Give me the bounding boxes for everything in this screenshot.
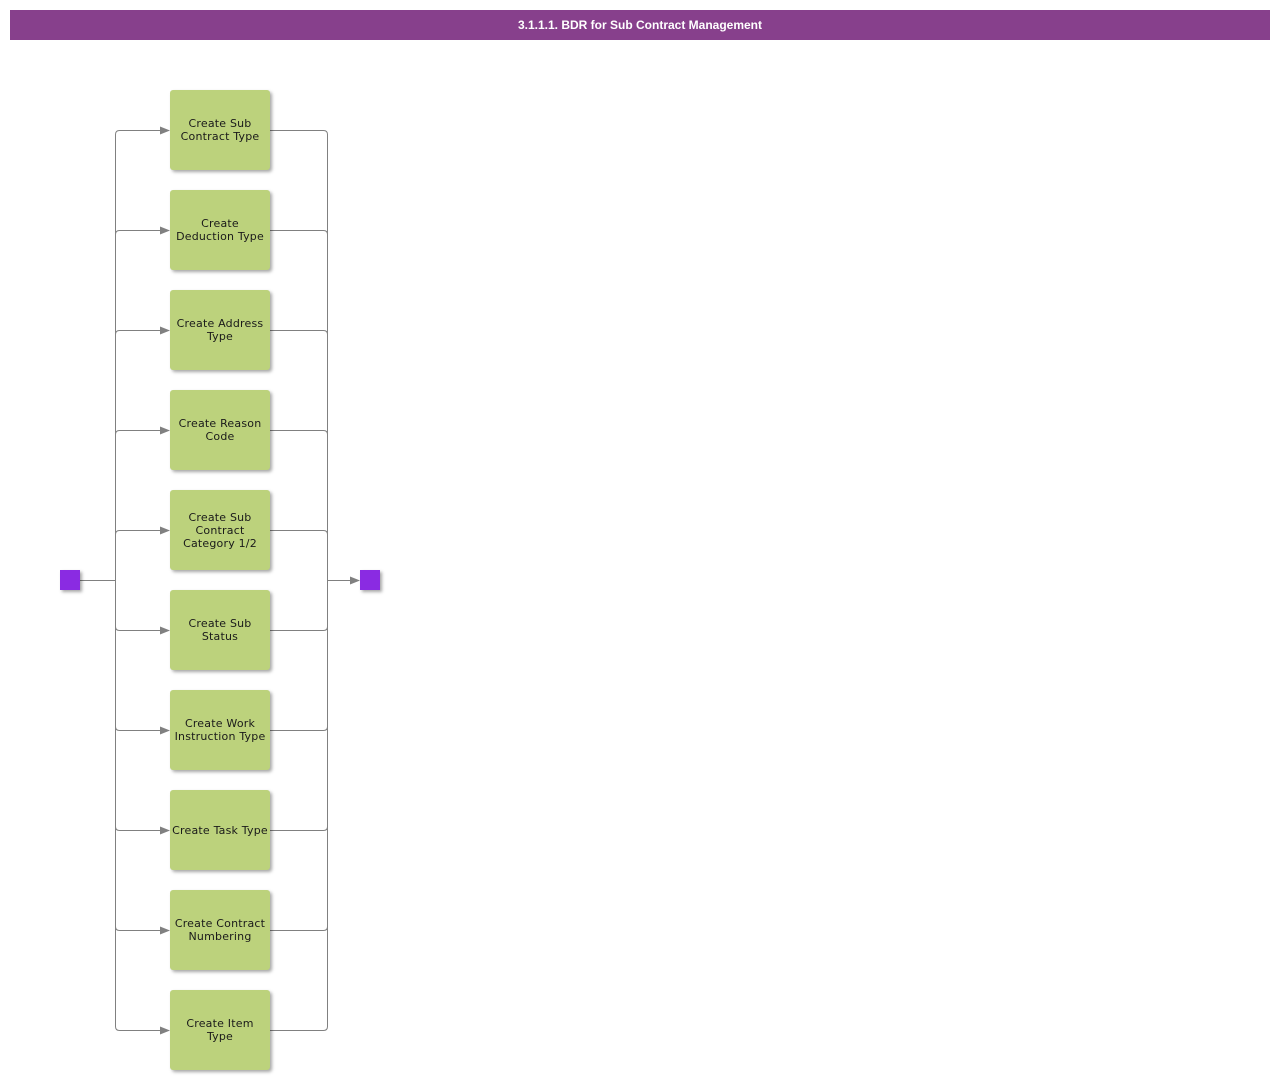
task-label: Create Work Instruction Type: [174, 717, 266, 743]
task-node[interactable]: Create Contract Numbering: [170, 890, 270, 970]
task-node[interactable]: Create Task Type: [170, 790, 270, 870]
task-label: Create Contract Numbering: [174, 917, 266, 943]
task-label: Create Sub Contract Type: [180, 117, 260, 143]
task-label: Create Item Type: [186, 1017, 254, 1043]
task-node[interactable]: Create Reason Code: [170, 390, 270, 470]
task-node[interactable]: Create Sub Status: [170, 590, 270, 670]
branch-in-connector: [115, 126, 170, 581]
task-label: Create Task Type: [172, 823, 268, 837]
branch-in-connector: [115, 580, 170, 835]
branch-out-connector: [270, 230, 328, 581]
branch-out-connector: [270, 580, 328, 1031]
task-node[interactable]: Create Item Type: [170, 990, 270, 1070]
branch-in-connector: [115, 580, 170, 1035]
end-node[interactable]: [360, 570, 380, 590]
task-label: Create Deduction Type: [176, 217, 264, 243]
branch-out-connector: [270, 580, 328, 931]
task-label: Create Sub Contract Category 1/2: [183, 510, 257, 550]
branch-out-connector: [270, 580, 328, 731]
branch-in-connector: [115, 326, 170, 581]
task-label: Create Reason Code: [178, 417, 262, 443]
branch-out-connector: [270, 530, 328, 581]
task-node[interactable]: Create Sub Contract Category 1/2: [170, 490, 270, 570]
branch-in-connector: [115, 526, 170, 581]
branch-out-connector: [270, 130, 328, 581]
task-node[interactable]: Create Work Instruction Type: [170, 690, 270, 770]
task-node[interactable]: Create Address Type: [170, 290, 270, 370]
branch-out-connector: [270, 580, 328, 631]
start-node[interactable]: [60, 570, 80, 590]
branch-in-connector: [115, 426, 170, 581]
branch-out-connector: [270, 430, 328, 581]
branch-in-connector: [115, 226, 170, 581]
task-label: Create Sub Status: [188, 617, 252, 643]
branch-in-connector: [115, 580, 170, 935]
task-node[interactable]: Create Sub Contract Type: [170, 90, 270, 170]
branch-in-connector: [115, 580, 170, 735]
task-node[interactable]: Create Deduction Type: [170, 190, 270, 270]
task-label: Create Address Type: [176, 317, 264, 343]
branch-out-connector: [270, 330, 328, 581]
branch-out-connector: [270, 580, 328, 831]
branch-in-connector: [115, 580, 170, 635]
